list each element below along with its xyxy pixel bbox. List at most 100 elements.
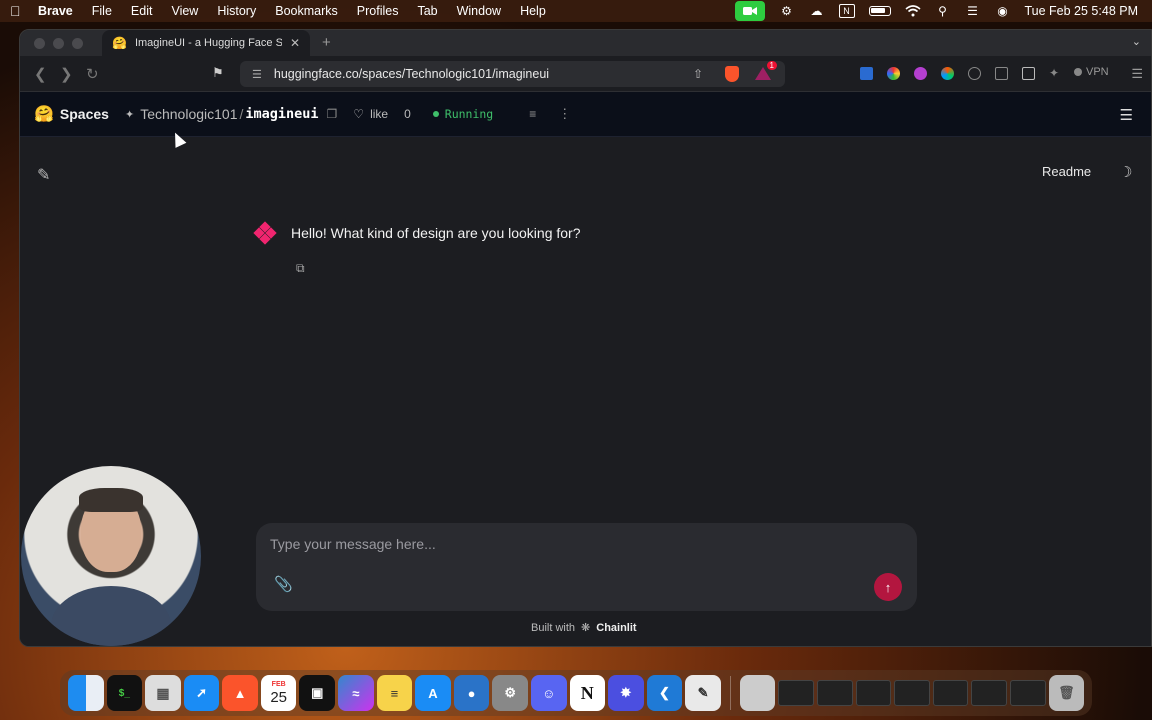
calendar-day: 25 <box>270 689 288 706</box>
hugging-face-logo-icon[interactable]: 🤗 <box>34 104 54 124</box>
menu-help[interactable]: Help <box>520 4 546 18</box>
chevron-down-icon[interactable]: ⌄ <box>1132 35 1141 48</box>
message-composer: Type your message here... 📎 ↑ <box>256 523 917 611</box>
macos-menubar:  Brave File Edit View History Bookmarks… <box>0 0 1152 22</box>
finder-icon[interactable] <box>68 675 104 711</box>
back-icon[interactable]: ❮ <box>34 65 47 83</box>
safari-icon[interactable]: ➚ <box>183 675 220 711</box>
brave-shields-icon[interactable] <box>725 66 739 82</box>
minimized-window-4[interactable] <box>894 680 930 706</box>
built-with-footer: Built with ❋ Chainlit <box>531 621 637 635</box>
notion-app-icon[interactable]: N <box>569 675 606 711</box>
minimized-window-1[interactable] <box>778 680 814 706</box>
vscode-icon[interactable]: ❮ <box>646 675 683 711</box>
apple-menu-icon[interactable]:  <box>10 4 24 18</box>
minimized-window-3[interactable] <box>855 680 892 706</box>
menu-history[interactable]: History <box>217 4 256 18</box>
browser-menu-icon[interactable]: ☰ <box>1131 66 1143 82</box>
wallet-icon[interactable] <box>1022 67 1035 80</box>
cube-app-icon[interactable]: ▣ <box>299 675 336 711</box>
attach-file-icon[interactable]: 📎 <box>274 575 293 593</box>
puzzle-icon[interactable] <box>968 67 981 80</box>
path-separator: / <box>239 106 244 122</box>
hamburger-menu-icon[interactable]: ☰ <box>1120 106 1133 124</box>
menu-file[interactable]: File <box>92 4 112 18</box>
copy-icon[interactable]: ❐ <box>327 107 338 121</box>
close-window-button[interactable] <box>34 38 45 49</box>
menu-view[interactable]: View <box>171 4 198 18</box>
calendar-icon[interactable]: FEB 25 <box>260 675 297 711</box>
gear-icon[interactable]: ⚙ <box>779 4 795 18</box>
zoom-window-button[interactable] <box>72 38 83 49</box>
like-button[interactable]: ♡ like 0 <box>353 107 410 121</box>
spaces-link[interactable]: Spaces <box>60 106 109 122</box>
menu-profiles[interactable]: Profiles <box>357 4 399 18</box>
bookmark-icon[interactable]: ⚑ <box>212 65 224 81</box>
control-center-icon[interactable]: ☰ <box>965 4 981 18</box>
vpn-button[interactable]: VPN <box>1074 66 1109 78</box>
battery-icon[interactable] <box>868 6 891 16</box>
new-tab-icon[interactable]: + <box>322 34 331 51</box>
wifi-icon[interactable] <box>904 4 921 18</box>
assistant-avatar-icon <box>253 221 277 245</box>
minimized-window-6[interactable] <box>971 680 1007 706</box>
built-with-label: Built with <box>531 621 576 634</box>
brave-icon[interactable]: ▲ <box>222 675 258 711</box>
reload-icon[interactable]: ↻ <box>86 65 99 83</box>
search-icon[interactable]: ⚲ <box>935 4 951 18</box>
sidebar-icon[interactable] <box>995 67 1008 80</box>
menu-app-name[interactable]: Brave <box>38 4 73 18</box>
app-store-icon[interactable]: A <box>415 675 451 711</box>
perplexity-icon[interactable]: ✸ <box>608 675 644 711</box>
menu-tab[interactable]: Tab <box>417 4 437 18</box>
message-input[interactable]: Type your message here... <box>270 536 436 552</box>
space-repo-link[interactable]: imagineui <box>245 106 318 122</box>
notion-icon[interactable]: N <box>838 4 855 18</box>
menu-bookmarks[interactable]: Bookmarks <box>275 4 338 18</box>
url-text[interactable]: huggingface.co/spaces/Technologic101/ima… <box>274 67 549 81</box>
menu-window[interactable]: Window <box>457 4 501 18</box>
document-icon[interactable] <box>739 675 776 711</box>
color-extension-icon[interactable] <box>941 67 954 80</box>
leo-ai-icon[interactable]: ✦ <box>1049 67 1062 80</box>
close-tab-icon[interactable]: ✕ <box>290 36 300 50</box>
elephant-app-icon[interactable]: ● <box>453 675 490 711</box>
minimized-window-2[interactable] <box>816 680 853 706</box>
dock-separator <box>729 676 731 710</box>
chainlit-brand[interactable]: Chainlit <box>596 622 636 634</box>
browser-tab[interactable]: 🤗 ImagineUI - a Hugging Face S ✕ <box>102 30 310 56</box>
minimized-window-7[interactable] <box>1009 680 1046 706</box>
minimized-window-5[interactable] <box>932 680 969 706</box>
share-icon[interactable]: ⇧ <box>693 67 703 81</box>
siri-icon[interactable]: ◉ <box>995 4 1011 18</box>
space-owner-link[interactable]: Technologic101 <box>140 106 237 122</box>
discord-icon[interactable]: ☺ <box>530 675 567 711</box>
copy-message-icon[interactable]: ⧉ <box>296 261 305 276</box>
purple-extension-icon[interactable] <box>914 67 927 80</box>
extension-grid-icon[interactable] <box>860 67 873 80</box>
trash-icon[interactable]: 🗑 <box>1048 675 1085 711</box>
more-options-icon[interactable]: ⋮ <box>558 106 571 122</box>
site-info-icon[interactable]: ☰ <box>252 68 262 81</box>
status-text: Running <box>444 107 494 121</box>
send-button[interactable]: ↑ <box>874 573 902 601</box>
freeform-icon[interactable]: ≈ <box>338 675 374 711</box>
video-camera-icon[interactable] <box>734 1 765 21</box>
chrome-extension-icon[interactable] <box>887 67 900 80</box>
theme-toggle-icon[interactable]: ☽ <box>1119 163 1132 181</box>
cloud-icon[interactable]: ☁ <box>809 4 825 18</box>
readme-button[interactable]: Readme <box>1042 164 1091 179</box>
menubar-clock[interactable]: Tue Feb 25 5:48 PM <box>1025 4 1139 18</box>
address-bar[interactable]: ☰ huggingface.co/spaces/Technologic101/i… <box>240 61 785 87</box>
textedit-icon[interactable]: ✎ <box>685 675 721 711</box>
notes-icon[interactable]: ≡ <box>376 675 413 711</box>
minimize-window-button[interactable] <box>53 38 64 49</box>
launchpad-icon[interactable]: ▦ <box>145 675 181 711</box>
forward-icon[interactable]: ❯ <box>60 65 73 83</box>
brave-rewards-icon[interactable]: 1 <box>755 61 777 81</box>
logs-icon[interactable]: ≡ <box>529 107 536 121</box>
terminal-icon[interactable]: $_ <box>106 675 143 711</box>
system-settings-icon[interactable]: ⚙ <box>492 675 528 711</box>
new-chat-icon[interactable]: ✎ <box>37 165 50 185</box>
menu-edit[interactable]: Edit <box>131 4 153 18</box>
